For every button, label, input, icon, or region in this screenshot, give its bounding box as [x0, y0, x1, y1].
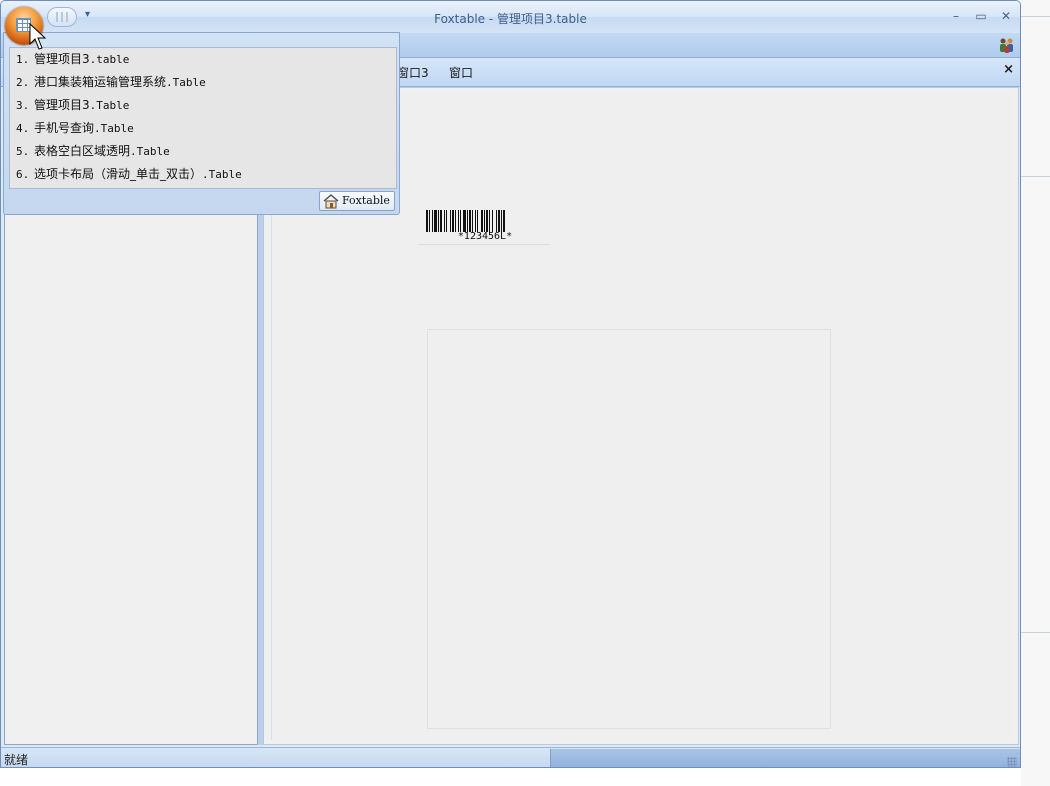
recent-file-extension: .table	[89, 53, 130, 66]
recent-file-item[interactable]: 2. 港口集装箱运输管理系统.Table	[16, 72, 206, 92]
mouse-cursor-icon	[29, 23, 47, 50]
maximize-button[interactable]: ▭	[973, 9, 989, 23]
recent-file-number: 6.	[16, 168, 30, 181]
barcode-text: *123456L*	[457, 231, 513, 242]
tab-close-button[interactable]: ×	[1003, 62, 1014, 77]
background-line	[1021, 176, 1050, 177]
background-line	[1021, 632, 1050, 633]
recent-file-extension: .Table	[130, 145, 170, 158]
recent-file-name: 选项卡布局（滑动_单击_双击）	[34, 167, 203, 181]
window-title: Foxtable - 管理项目3.table	[434, 12, 587, 26]
title-bar: ▾ Foxtable - 管理项目3.table – ▭ ✕	[1, 1, 1020, 33]
resize-grip-icon[interactable]	[1007, 757, 1017, 767]
recent-file-number: 5.	[16, 145, 30, 158]
recent-file-name: 港口集装箱运输管理系统	[34, 75, 167, 89]
recent-file-name: 管理项目3	[34, 98, 90, 112]
recent-file-item[interactable]: 3. 管理项目3.Table	[16, 95, 129, 115]
tab-window3[interactable]: 窗口3	[397, 64, 429, 81]
recent-file-name: 管理项目3	[34, 52, 90, 66]
recent-file-extension: .Table	[89, 99, 130, 112]
recent-file-number: 2.	[16, 76, 30, 89]
minimize-button[interactable]: –	[948, 9, 964, 23]
recent-files-menu: 1. 管理项目3.table 2. 港口集装箱运输管理系统.Table 3. 管理项目…	[3, 32, 400, 215]
recent-file-extension: .Table	[202, 168, 242, 181]
form-frame-box	[427, 329, 831, 729]
recent-file-number: 3.	[16, 99, 30, 112]
status-text: 就绪	[4, 753, 29, 767]
foxtable-home-button[interactable]: Foxtable	[319, 191, 395, 211]
background-line	[1021, 16, 1050, 17]
home-icon	[323, 194, 339, 209]
status-bar: 就绪	[1, 747, 1020, 767]
barcode-image	[426, 210, 544, 232]
recent-file-extension: .Table	[166, 76, 206, 89]
users-icon[interactable]	[998, 37, 1016, 53]
recent-file-item[interactable]: 4. 手机号查询.Table	[16, 118, 134, 138]
recent-file-extension: .Table	[94, 122, 134, 135]
foxtable-home-label: Foxtable	[342, 194, 390, 207]
recent-file-name: 手机号查询	[34, 121, 95, 135]
recent-files-list: 1. 管理项目3.table 2. 港口集装箱运输管理系统.Table 3. 管理项目…	[9, 47, 397, 189]
status-bar-right-section	[550, 749, 1020, 767]
tab-window[interactable]: 窗口	[449, 64, 473, 81]
barcode-underline	[418, 244, 550, 245]
recent-file-number: 1.	[16, 53, 30, 66]
desktop-background	[1021, 0, 1050, 786]
barcode-stripe	[505, 210, 506, 232]
recent-file-item[interactable]: 1. 管理项目3.table	[16, 49, 129, 69]
recent-file-name: 表格空白区域透明	[34, 144, 131, 158]
recent-file-item[interactable]: 5. 表格空白区域透明.Table	[16, 141, 170, 161]
recent-file-number: 4.	[16, 122, 30, 135]
recent-file-item[interactable]: 6. 选项卡布局（滑动_单击_双击）.Table	[16, 164, 242, 184]
close-button[interactable]: ✕	[998, 9, 1014, 23]
